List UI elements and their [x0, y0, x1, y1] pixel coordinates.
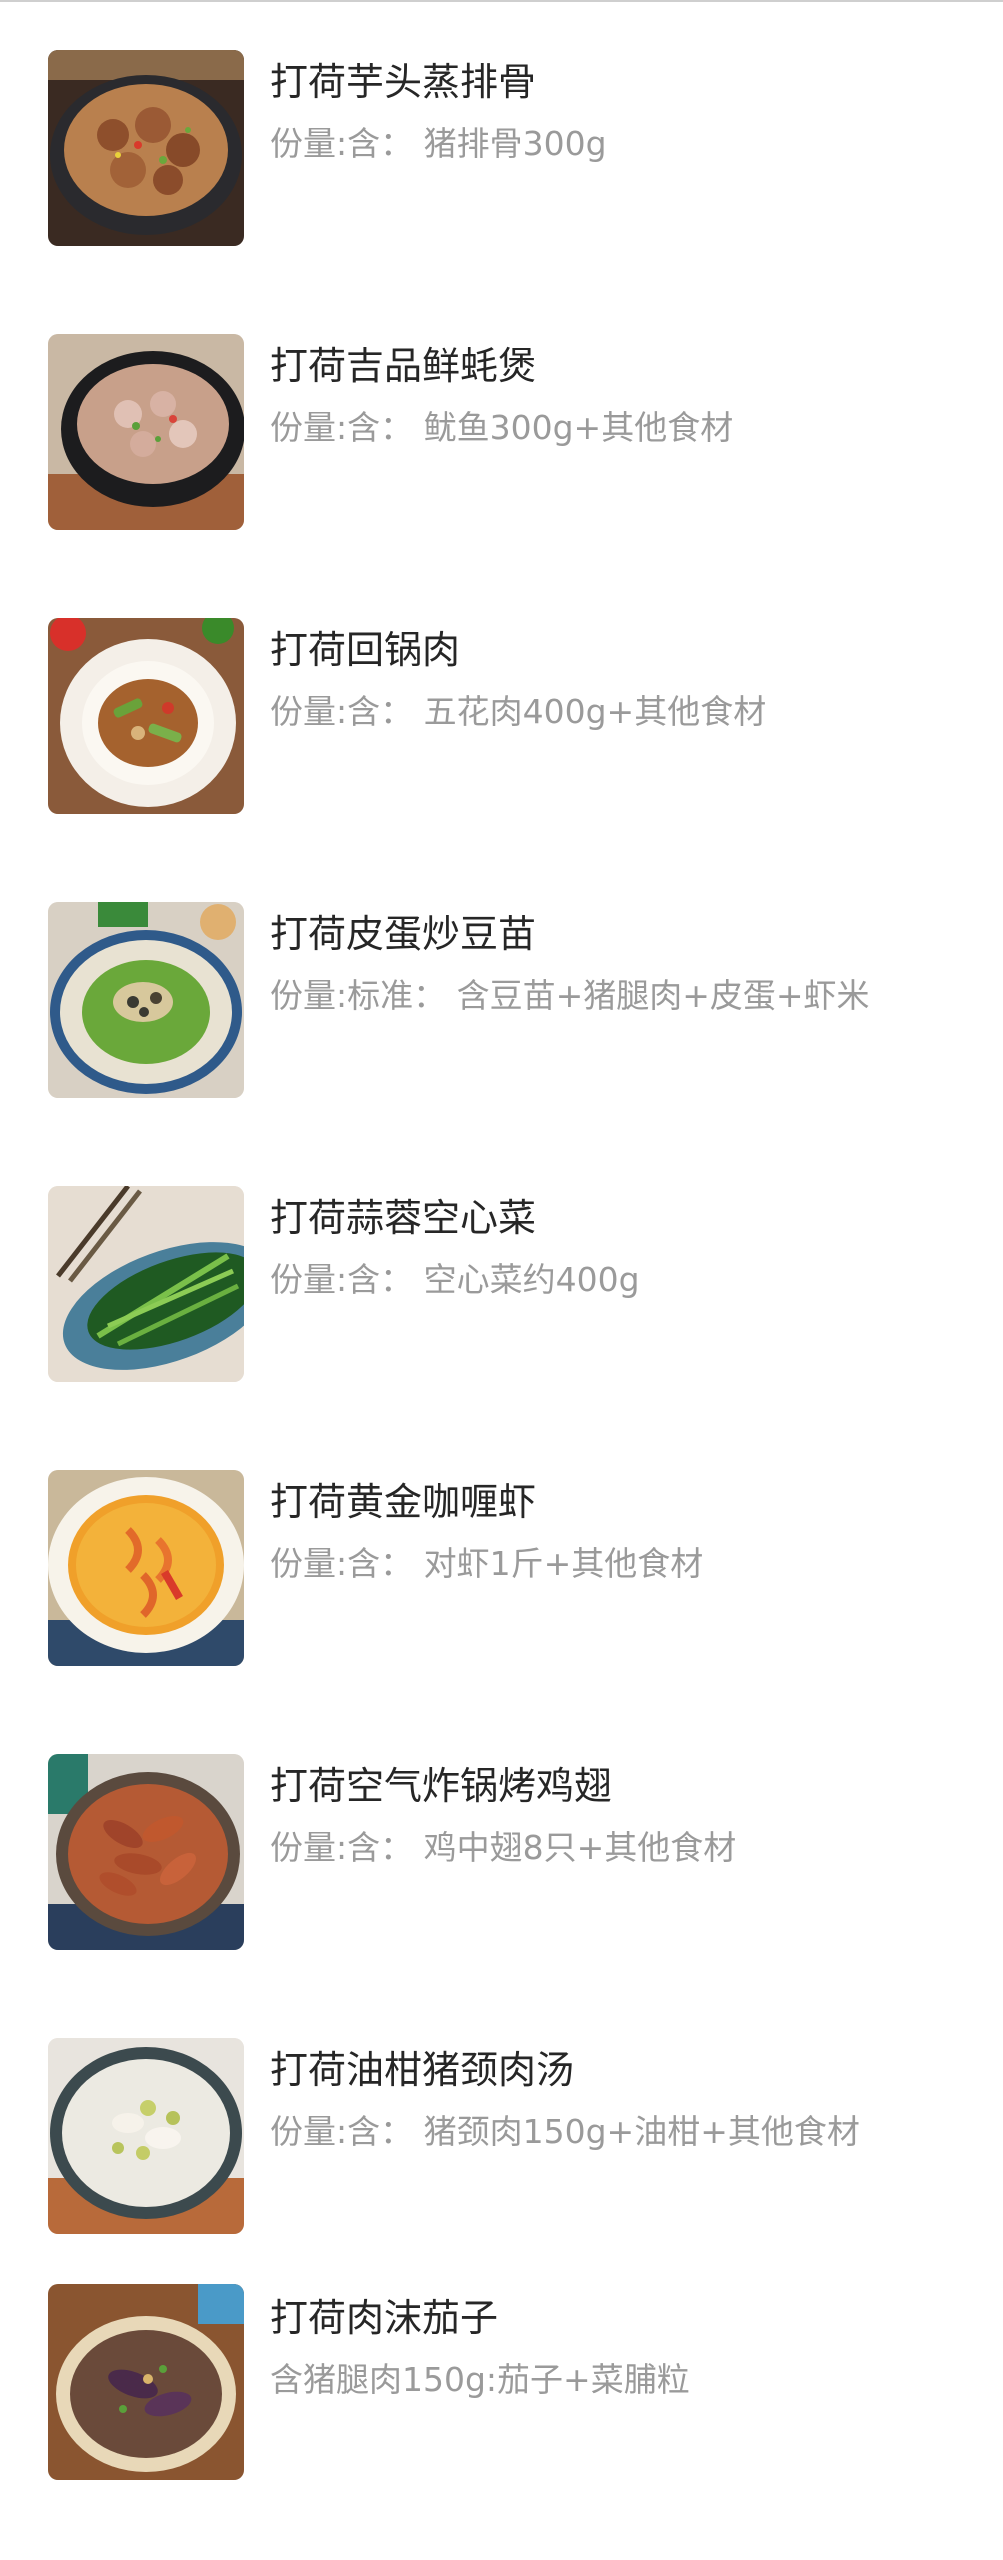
dish-portion: 份量:标准： 含豆苗+猪腿肉+皮蛋+虾米	[270, 976, 870, 1015]
dish-image[interactable]	[48, 618, 244, 814]
garlic-water-spinach-photo	[48, 1186, 244, 1382]
steamed-pork-ribs-photo	[48, 50, 244, 246]
dish-image[interactable]	[48, 50, 244, 246]
dish-image[interactable]	[48, 1186, 244, 1382]
dish-title: 打荷皮蛋炒豆苗	[270, 912, 537, 956]
dish-image[interactable]	[48, 2284, 244, 2480]
dish-image[interactable]	[48, 1470, 244, 1666]
pork-neck-soup-photo	[48, 2038, 244, 2234]
dish-portion: 份量:含： 鸡中翅8只+其他食材	[270, 1828, 737, 1867]
dish-item-water-spinach[interactable]: 打荷蒜蓉空心菜 份量:含： 空心菜约400g	[0, 1186, 1003, 1386]
dish-image[interactable]	[48, 1754, 244, 1950]
golden-curry-shrimp-photo	[48, 1470, 244, 1666]
top-divider	[0, 0, 1003, 2]
dish-image[interactable]	[48, 2038, 244, 2234]
dish-item-steamed-pork-ribs[interactable]: 打荷芋头蒸排骨 份量:含： 猪排骨300g	[0, 50, 1003, 250]
dish-title: 打荷蒜蓉空心菜	[270, 1196, 537, 1240]
dish-title: 打荷黄金咖喱虾	[270, 1480, 537, 1524]
dish-item-pork-neck-soup[interactable]: 打荷油柑猪颈肉汤 份量:含： 猪颈肉150g+油柑+其他食材	[0, 2038, 1003, 2238]
twice-cooked-pork-photo	[48, 618, 244, 814]
dish-portion: 份量:含： 鱿鱼300g+其他食材	[270, 408, 734, 447]
dish-portion: 份量:含： 对虾1斤+其他食材	[270, 1544, 704, 1583]
dish-item-oyster-claypot[interactable]: 打荷吉品鲜蚝煲 份量:含： 鱿鱼300g+其他食材	[0, 334, 1003, 534]
dish-title: 打荷空气炸锅烤鸡翅	[270, 1764, 613, 1808]
dish-portion: 份量:含： 空心菜约400g	[270, 1260, 640, 1299]
dish-image[interactable]	[48, 334, 244, 530]
pea-shoots-century-egg-photo	[48, 902, 244, 1098]
dish-portion: 份量:含： 猪颈肉150g+油柑+其他食材	[270, 2112, 860, 2151]
dish-title: 打荷油柑猪颈肉汤	[270, 2048, 575, 2092]
dish-title: 打荷肉沫茄子	[270, 2296, 499, 2340]
dish-item-minced-pork-eggplant[interactable]: 打荷肉沫茄子 含猪腿肉150g:茄子+菜脯粒	[0, 2284, 1003, 2484]
dish-item-chicken-wings[interactable]: 打荷空气炸锅烤鸡翅 份量:含： 鸡中翅8只+其他食材	[0, 1754, 1003, 1954]
dish-title: 打荷回锅肉	[270, 628, 461, 672]
dish-portion: 含猪腿肉150g:茄子+菜脯粒	[270, 2360, 690, 2399]
dish-title: 打荷芋头蒸排骨	[270, 60, 537, 104]
oyster-claypot-photo	[48, 334, 244, 530]
dish-item-pea-shoots[interactable]: 打荷皮蛋炒豆苗 份量:标准： 含豆苗+猪腿肉+皮蛋+虾米	[0, 902, 1003, 1102]
dish-portion: 份量:含： 五花肉400g+其他食材	[270, 692, 767, 731]
dish-image[interactable]	[48, 902, 244, 1098]
minced-pork-eggplant-photo	[48, 2284, 244, 2480]
air-fryer-chicken-wings-photo	[48, 1754, 244, 1950]
dish-title: 打荷吉品鲜蚝煲	[270, 344, 537, 388]
dish-portion: 份量:含： 猪排骨300g	[270, 124, 607, 163]
dish-item-curry-shrimp[interactable]: 打荷黄金咖喱虾 份量:含： 对虾1斤+其他食材	[0, 1470, 1003, 1670]
dish-item-twice-cooked-pork[interactable]: 打荷回锅肉 份量:含： 五花肉400g+其他食材	[0, 618, 1003, 818]
